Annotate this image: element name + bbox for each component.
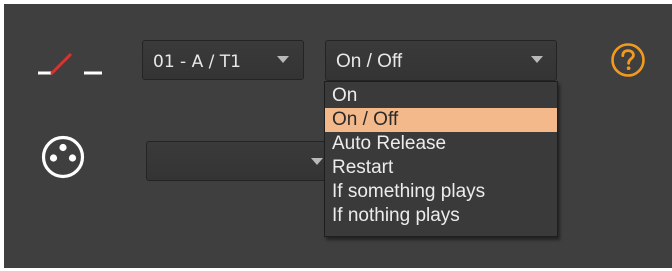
dropdown-option-on[interactable]: On (325, 84, 557, 108)
mode-select[interactable]: On / Off (325, 40, 557, 81)
dropdown-option-on-off[interactable]: On / Off (325, 108, 557, 132)
dropdown-option-if-nothing-plays[interactable]: If nothing plays (325, 204, 557, 228)
track-select[interactable]: 01 - A / T1 (142, 40, 304, 80)
chevron-down-icon (277, 56, 289, 63)
xlr-connector-icon (41, 135, 85, 179)
chevron-down-icon (531, 56, 543, 63)
track-select-value: 01 - A / T1 (153, 52, 241, 72)
settings-panel: 01 - A / T1 On / Off On On / Off Auto Re… (4, 4, 672, 268)
dropdown-option-restart[interactable]: Restart (325, 156, 557, 180)
help-icon[interactable] (610, 42, 646, 78)
secondary-select[interactable] (146, 141, 329, 181)
mode-dropdown-list: On On / Off Auto Release Restart If some… (324, 81, 558, 237)
switch-icon (38, 53, 102, 75)
dropdown-option-auto-release[interactable]: Auto Release (325, 132, 557, 156)
dropdown-option-if-something-plays[interactable]: If something plays (325, 180, 557, 204)
mode-select-value: On / Off (336, 51, 403, 72)
chevron-down-icon (311, 158, 323, 165)
